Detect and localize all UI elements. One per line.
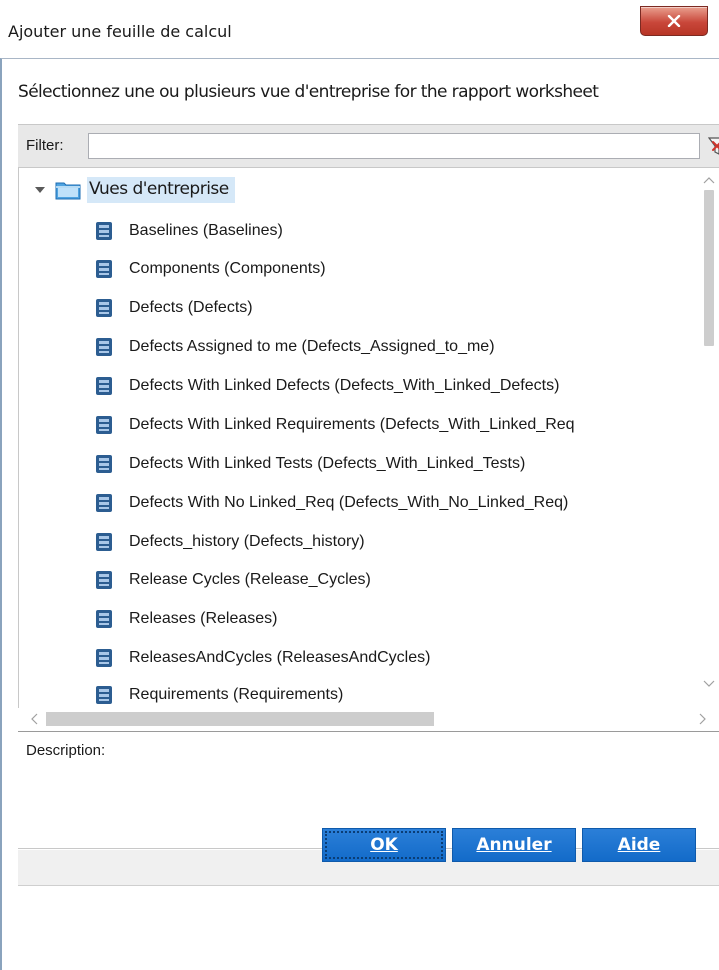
tree-item-releases-and-cycles[interactable]: ReleasesAndCycles (ReleasesAndCycles) xyxy=(95,643,430,673)
vertical-scroll-thumb[interactable] xyxy=(704,190,714,346)
folder-icon xyxy=(55,182,81,200)
tree-item-label: Defects Assigned to me (Defects_Assigned… xyxy=(129,338,495,355)
ok-button-label: OK xyxy=(370,835,398,855)
filter-input[interactable] xyxy=(88,133,700,159)
tree-item-label: Requirements (Requirements) xyxy=(129,686,344,703)
database-icon xyxy=(96,416,112,434)
business-views-tree: Vues d'entreprise Baselines (Baselines) … xyxy=(18,168,719,730)
tree-item-label: Defects_history (Defects_history) xyxy=(129,533,365,550)
dialog-footer xyxy=(18,887,719,970)
database-icon xyxy=(96,222,112,240)
tree-item-baselines[interactable]: Baselines (Baselines) xyxy=(95,216,283,246)
tree-item-label: Releases (Releases) xyxy=(129,610,278,627)
tree-item-defects-linked-tests[interactable]: Defects With Linked Tests (Defects_With_… xyxy=(95,449,525,479)
database-icon xyxy=(96,338,112,356)
tree-item-releases[interactable]: Releases (Releases) xyxy=(95,604,278,634)
cancel-button[interactable]: Annuler xyxy=(452,828,576,862)
ok-button[interactable]: OK xyxy=(322,828,446,862)
tree-item-defects-no-linked-req[interactable]: Defects With No Linked_Req (Defects_With… xyxy=(95,488,568,518)
scroll-down-arrow-icon[interactable] xyxy=(703,680,715,688)
title-bar: Ajouter une feuille de calcul xyxy=(0,0,719,58)
database-icon xyxy=(96,260,112,278)
close-icon xyxy=(667,15,681,27)
horizontal-scroll-thumb[interactable] xyxy=(46,712,434,726)
database-icon xyxy=(96,610,112,628)
tree-item-defects-linked-defects[interactable]: Defects With Linked Defects (Defects_Wit… xyxy=(95,371,559,401)
tree-root-node[interactable]: Vues d'entreprise xyxy=(33,174,235,206)
close-button[interactable] xyxy=(640,6,708,36)
vertical-scrollbar[interactable] xyxy=(699,168,719,708)
cancel-button-label: Annuler xyxy=(476,835,552,855)
scroll-up-arrow-icon[interactable] xyxy=(703,176,715,184)
tree-item-label: Defects (Defects) xyxy=(129,299,253,316)
scroll-right-arrow-icon[interactable] xyxy=(699,713,707,725)
database-icon xyxy=(96,494,112,512)
tree-item-label: Defects With Linked Defects (Defects_Wit… xyxy=(129,377,560,394)
tree-item-label: Baselines (Baselines) xyxy=(129,222,283,239)
database-icon xyxy=(96,455,112,473)
filter-clear-icon[interactable] xyxy=(708,136,719,156)
tree-item-label: Release Cycles (Release_Cycles) xyxy=(129,571,371,588)
tree-item-defects-linked-requirements[interactable]: Defects With Linked Requirements (Defect… xyxy=(95,410,575,440)
description-label: Description: xyxy=(26,742,106,759)
tree-item-label: Components (Components) xyxy=(129,260,326,277)
tree-item-label: ReleasesAndCycles (ReleasesAndCycles) xyxy=(129,649,431,666)
database-icon xyxy=(96,571,112,589)
tree-item-label: Defects With No Linked_Req (Defects_With… xyxy=(129,494,569,511)
horizontal-scrollbar[interactable] xyxy=(18,708,719,730)
database-icon xyxy=(96,686,112,704)
tree-item-defects[interactable]: Defects (Defects) xyxy=(95,293,253,323)
tree-item-label: Defects With Linked Tests (Defects_With_… xyxy=(129,455,526,472)
database-icon xyxy=(96,299,112,317)
tree-item-defects-history[interactable]: Defects_history (Defects_history) xyxy=(95,527,365,557)
tree-item-requirements[interactable]: Requirements (Requirements) xyxy=(95,680,343,710)
tree-item-components[interactable]: Components (Components) xyxy=(95,254,326,284)
help-button[interactable]: Aide xyxy=(582,828,696,862)
database-icon xyxy=(96,649,112,667)
tree-root-label: Vues d'entreprise xyxy=(87,177,235,203)
help-button-label: Aide xyxy=(617,835,661,855)
tree-item-defects-assigned[interactable]: Defects Assigned to me (Defects_Assigned… xyxy=(95,332,495,362)
tree-item-label: Defects With Linked Requirements (Defect… xyxy=(129,416,575,433)
database-icon xyxy=(96,377,112,395)
tree-item-release-cycles[interactable]: Release Cycles (Release_Cycles) xyxy=(95,565,371,595)
database-icon xyxy=(96,533,112,551)
scroll-left-arrow-icon[interactable] xyxy=(30,713,38,725)
filter-bar: Filter: xyxy=(18,124,719,168)
collapse-arrow-icon[interactable] xyxy=(33,183,47,197)
filter-label: Filter: xyxy=(26,137,64,154)
instruction-text: Sélectionnez une ou plusieurs vue d'entr… xyxy=(18,82,599,102)
window-title: Ajouter une feuille de calcul xyxy=(8,22,232,41)
